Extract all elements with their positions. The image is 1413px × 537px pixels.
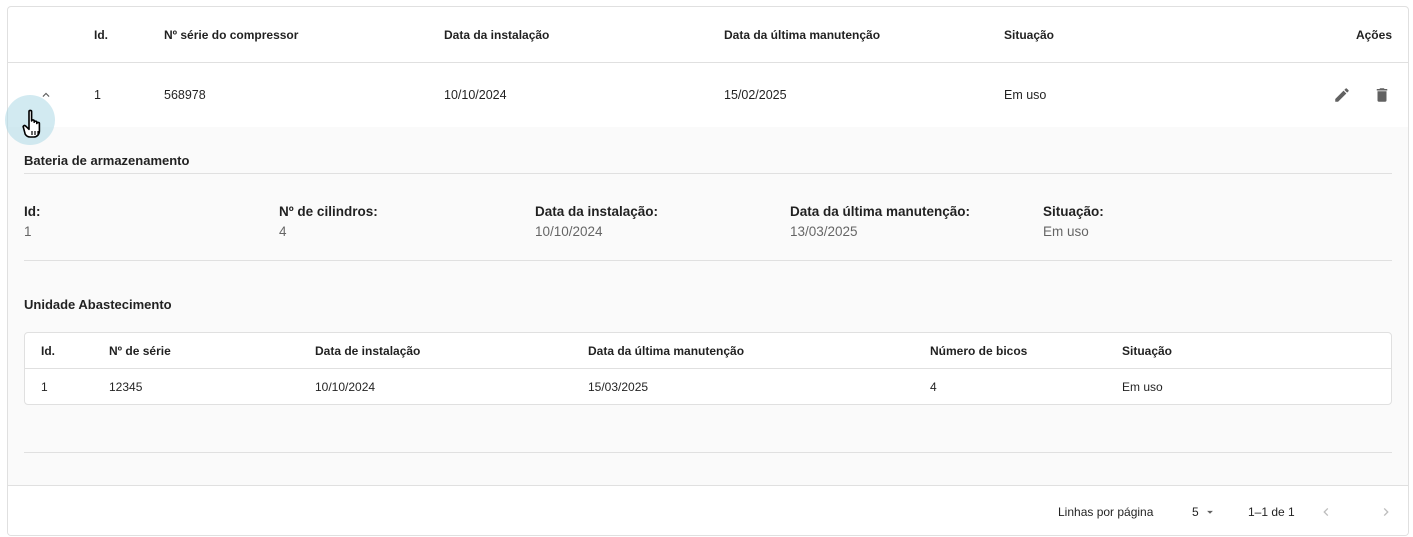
sub-header-install-date: Data de instalação [315,343,421,358]
table-row: 1 568978 10/10/2024 15/02/2025 Em uso [8,63,1408,127]
header-actions: Ações [1355,27,1392,42]
storage-install-label: Data da instalação: [535,204,659,219]
sub-header-serial: Nº de série [109,343,171,358]
delete-button[interactable] [1372,85,1392,105]
pagination-range: 1–1 de 1 [1248,505,1295,519]
sub-row-nozzles: 4 [930,380,937,394]
pencil-icon [1335,88,1349,102]
compressor-table-card: Id. Nº série do compressor Data da insta… [7,6,1409,536]
cylinders-label: Nº de cilindros: [279,204,378,219]
sub-row-status: Em uso [1122,380,1163,394]
sub-header-id: Id. [41,343,55,358]
sub-header-last-maintenance: Data da última manutenção [588,343,745,358]
divider [24,260,1392,261]
row-status: Em uso [1004,88,1047,102]
caret-down-icon [1206,510,1213,514]
chevron-up-icon [42,92,50,97]
pagination-bar: Linhas por página 5 1–1 de 1 [8,485,1408,535]
divider [24,173,1392,174]
header-install-date: Data da instalação [444,27,550,42]
sub-row-install-date: 10/10/2024 [315,380,376,394]
header-last-maintenance: Data da última manutenção [724,27,881,42]
table-header: Id. Nº série do compressor Data da insta… [8,7,1408,63]
header-status: Situação [1004,27,1055,42]
header-compressor-serial: Nº série do compressor [164,27,299,42]
storage-maintenance-label: Data da última manutenção: [790,204,971,219]
subtable-header: Id. Nº de série Data de instalação Data … [25,333,1391,369]
sub-header-status: Situação [1122,343,1173,358]
row-last-maintenance: 15/02/2025 [724,88,787,102]
rows-per-page-value: 5 [1192,505,1199,519]
rows-per-page-select[interactable]: 5 [1192,486,1217,535]
previous-page-button[interactable] [1318,486,1334,535]
row-compressor-serial: 568978 [164,88,206,102]
sub-row-serial: 12345 [109,380,143,394]
storage-maintenance-value: 13/03/2025 [790,224,858,239]
expanded-details-panel: Bateria de armazenamento Id: 1 Nº de cil… [8,127,1408,485]
sub-row-last-maintenance: 15/03/2025 [588,380,649,394]
edit-button[interactable] [1332,85,1352,105]
expand-row-button[interactable] [28,77,64,113]
row-id: 1 [94,88,101,102]
rows-per-page-label: Linhas por página [1058,505,1154,519]
supply-units-table: Id. Nº de série Data de instalação Data … [24,332,1392,405]
hand-pointer-icon [21,109,47,144]
table-row: 1 12345 10/10/2024 15/03/2025 4 Em uso [25,369,1391,404]
sub-header-nozzles: Número de bicos [930,343,1028,358]
storage-id-label: Id: [24,204,41,219]
trash-icon [1376,88,1388,102]
row-install-date: 10/10/2024 [444,88,507,102]
storage-section-title: Bateria de armazenamento [24,153,190,168]
chevron-right-icon [1383,508,1389,516]
divider [24,452,1392,453]
supply-section-title: Unidade Abastecimento [24,297,172,312]
header-id: Id. [94,27,108,42]
storage-install-value: 10/10/2024 [535,224,603,239]
chevron-left-icon [1323,508,1329,516]
storage-status-value: Em uso [1043,224,1089,239]
sub-row-id: 1 [41,380,48,394]
storage-id-value: 1 [24,224,32,239]
cylinders-value: 4 [279,224,287,239]
storage-status-label: Situação: [1043,204,1104,219]
next-page-button[interactable] [1378,486,1394,535]
